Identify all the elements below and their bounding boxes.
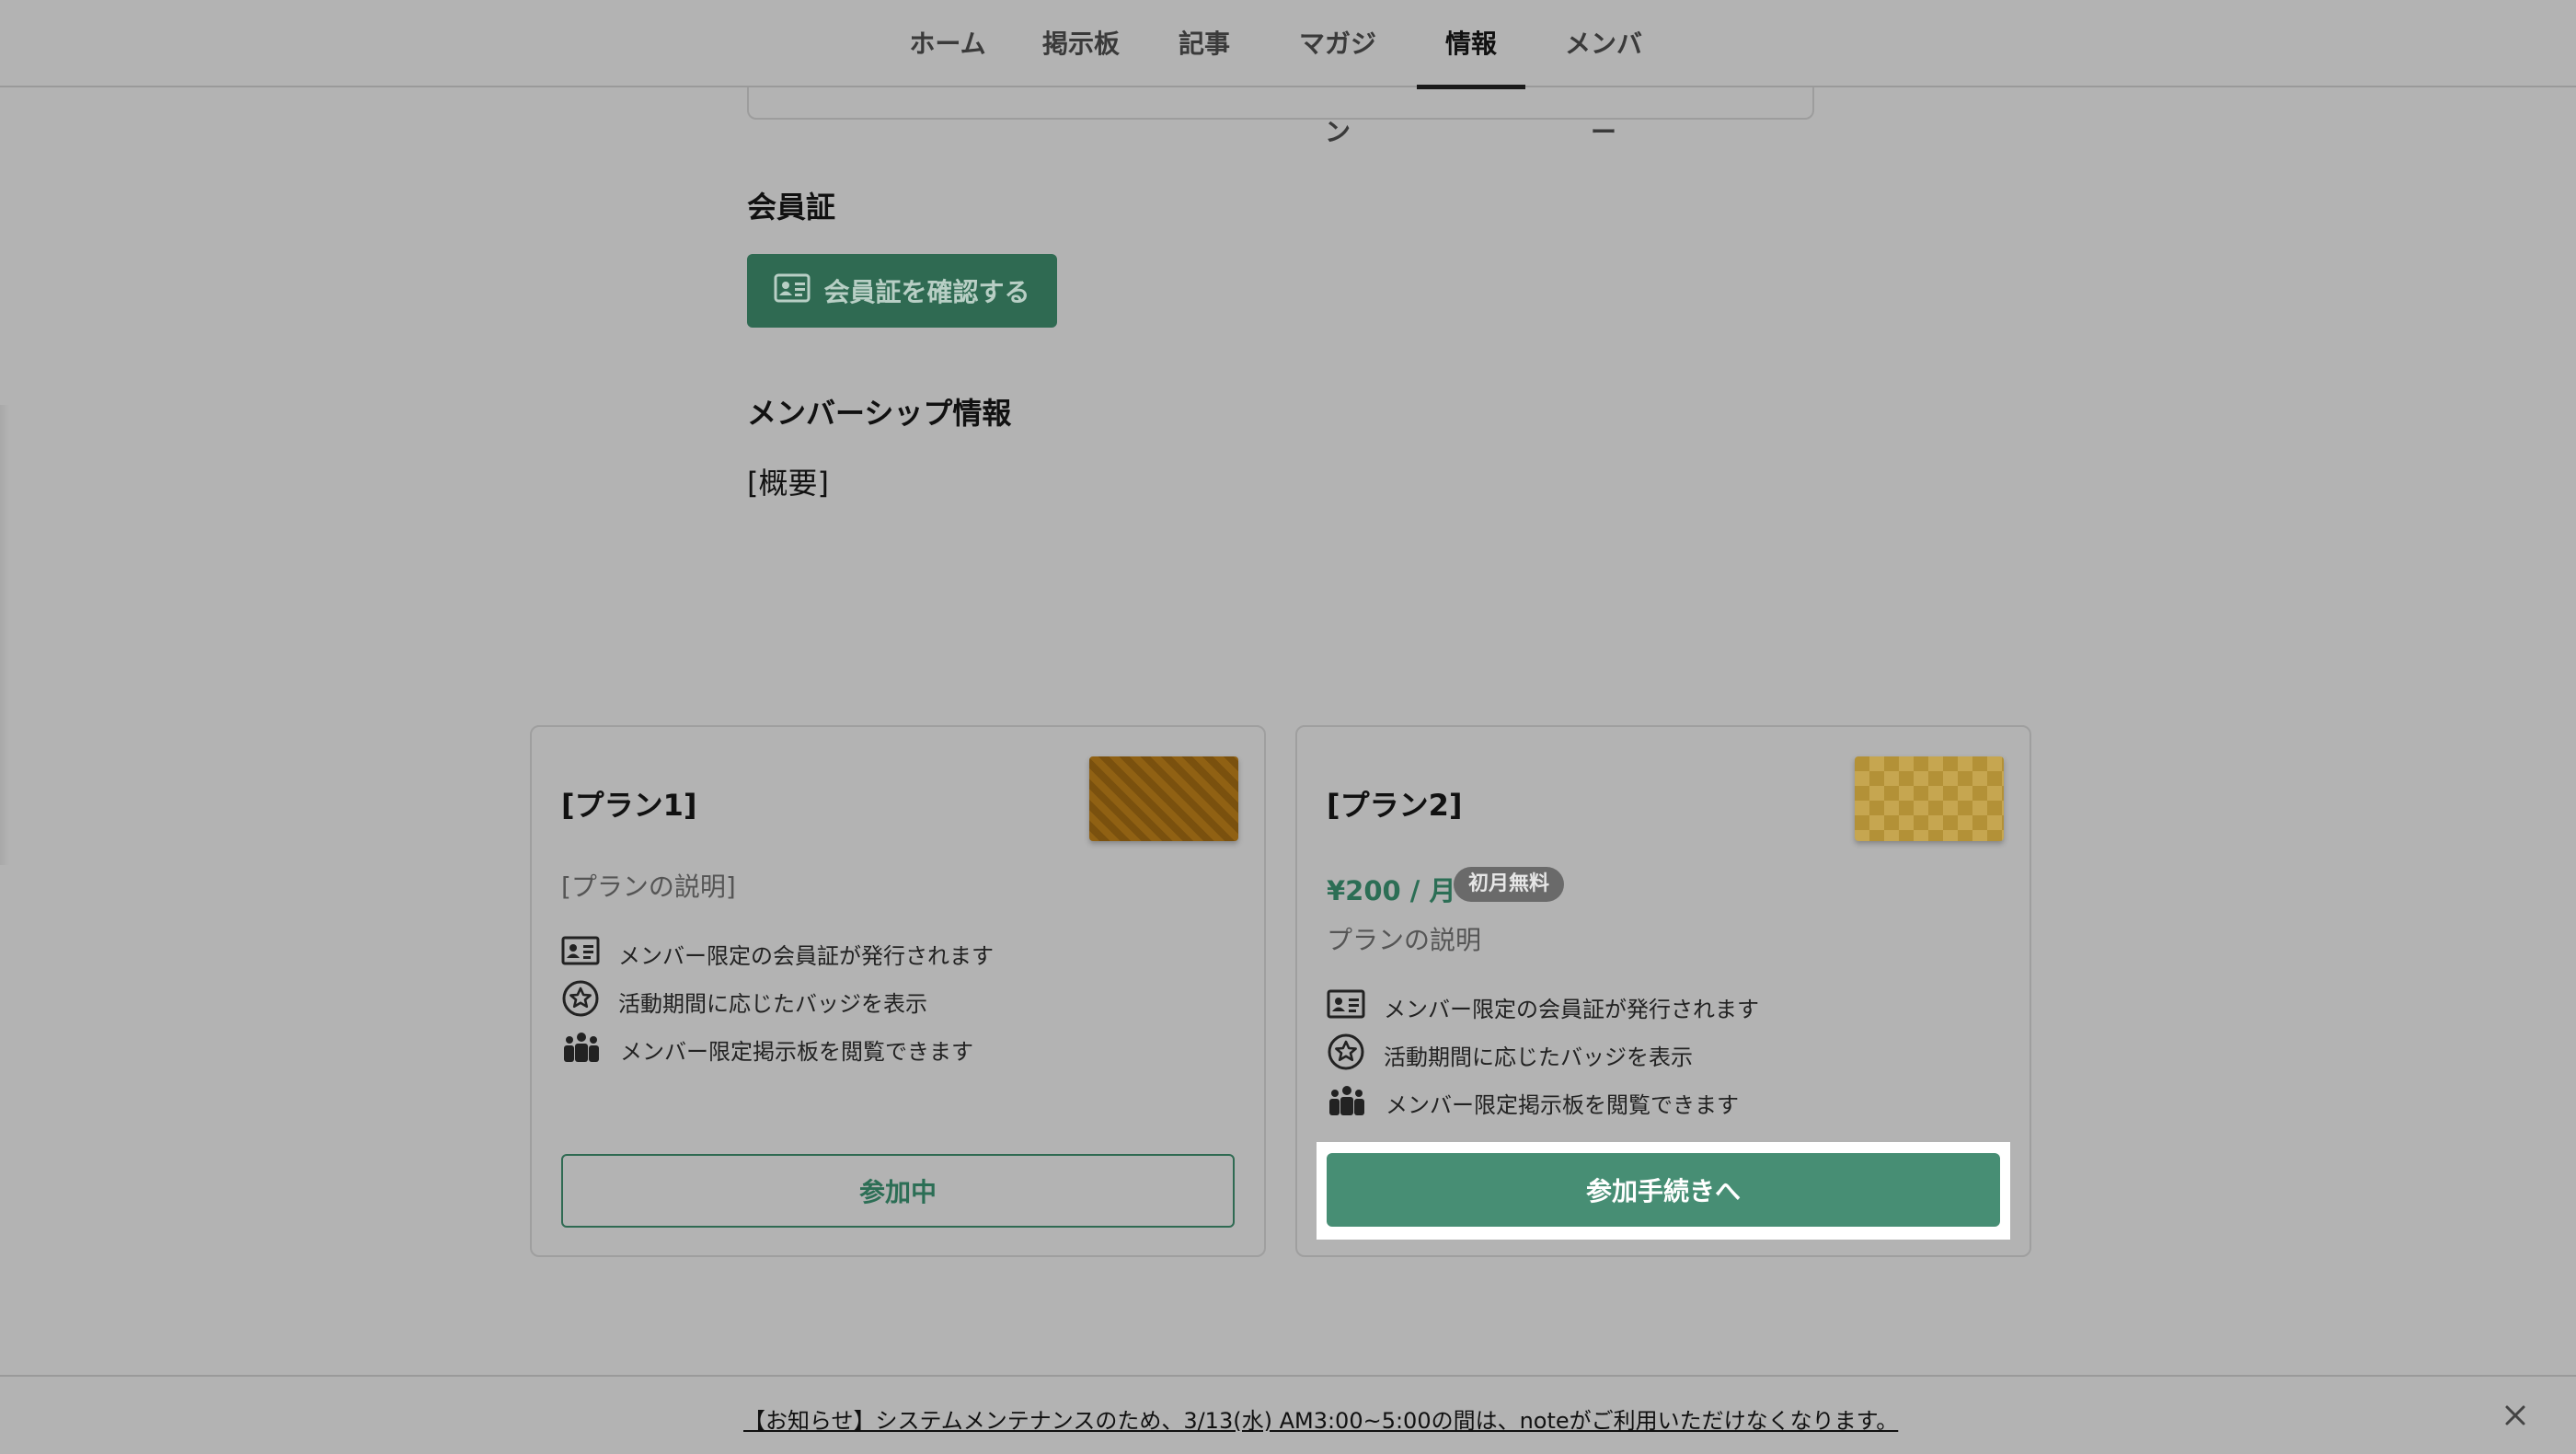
plan-feature: メンバー限定掲示板を閲覧できます <box>561 1029 973 1069</box>
notice-bar: 【お知らせ】システムメンテナンスのため、3/13(水) AM3:00~5:00の… <box>0 1375 2576 1454</box>
previous-section-box <box>747 87 1814 120</box>
plan-thumbnail <box>1855 756 2004 841</box>
tab-home[interactable]: ホーム <box>909 0 986 87</box>
left-edge-shadow <box>0 405 9 865</box>
group-icon <box>561 1031 602 1067</box>
close-icon[interactable] <box>2501 1401 2530 1430</box>
group-icon <box>1327 1084 1367 1121</box>
plan-card-2: [プラン2] ¥200 / 月 初月無料 プランの説明 メンバー限定の会員証が発… <box>1295 725 2031 1257</box>
plan-thumbnail <box>1089 756 1238 841</box>
tab-articles[interactable]: 記事 <box>1178 0 1231 87</box>
plan-description: プランの説明 <box>1327 925 1482 955</box>
id-card-icon <box>1327 989 1365 1024</box>
tab-magazine[interactable]: マガジン <box>1288 0 1387 147</box>
id-card-icon <box>561 936 600 971</box>
membership-info-heading: メンバーシップ情報 <box>747 396 1012 431</box>
id-card-icon <box>774 273 811 309</box>
plan-feature: メンバー限定の会員証が発行されます <box>1327 987 1759 1027</box>
plan-card-1: [プラン1] [プランの説明] メンバー限定の会員証が発行されます 活動期間に応… <box>530 725 1266 1257</box>
plan-description: [プランの説明] <box>561 871 736 902</box>
plan-feature: メンバー限定の会員証が発行されます <box>561 933 994 974</box>
joined-button[interactable]: 参加中 <box>561 1154 1235 1228</box>
plan-price: ¥200 / 月 <box>1327 875 1456 906</box>
plan-feature-text: 活動期間に応じたバッジを表示 <box>618 990 927 1017</box>
plan-feature-text: 活動期間に応じたバッジを表示 <box>1384 1044 1693 1070</box>
plan-feature: 活動期間に応じたバッジを表示 <box>561 979 927 1023</box>
tab-board[interactable]: 掲示板 <box>1041 0 1121 87</box>
view-membership-card-label: 会員証を確認する <box>823 277 1030 307</box>
view-membership-card-button[interactable]: 会員証を確認する <box>747 254 1057 328</box>
badge-star-icon <box>1327 1033 1365 1077</box>
top-navigation: ホーム 掲示板 記事 マガジン 情報 メンバー <box>0 0 2576 147</box>
plan-title: [プラン2] <box>1327 788 1463 823</box>
plan-feature-text: メンバー限定掲示板を閲覧できます <box>1386 1091 1739 1118</box>
badge-star-icon <box>561 979 600 1023</box>
membership-card-heading: 会員証 <box>747 190 836 225</box>
plan-feature: メンバー限定掲示板を閲覧できます <box>1327 1082 1739 1123</box>
notice-link[interactable]: 【お知らせ】システムメンテナンスのため、3/13(水) AM3:00~5:00の… <box>743 1402 1898 1435</box>
first-month-free-badge: 初月無料 <box>1454 867 1565 902</box>
plan-feature-text: メンバー限定掲示板を閲覧できます <box>620 1038 973 1065</box>
join-procedure-button[interactable]: 参加手続きへ <box>1327 1153 2000 1227</box>
plan-feature-text: メンバー限定の会員証が発行されます <box>618 942 994 969</box>
plan-title: [プラン1] <box>561 788 697 823</box>
tab-members[interactable]: メンバー <box>1553 0 1654 147</box>
plan-feature: 活動期間に応じたバッジを表示 <box>1327 1033 1693 1077</box>
membership-overview: [概要] <box>747 466 829 501</box>
tab-info[interactable]: 情報 <box>1417 0 1525 89</box>
plan-feature-text: メンバー限定の会員証が発行されます <box>1384 996 1759 1022</box>
